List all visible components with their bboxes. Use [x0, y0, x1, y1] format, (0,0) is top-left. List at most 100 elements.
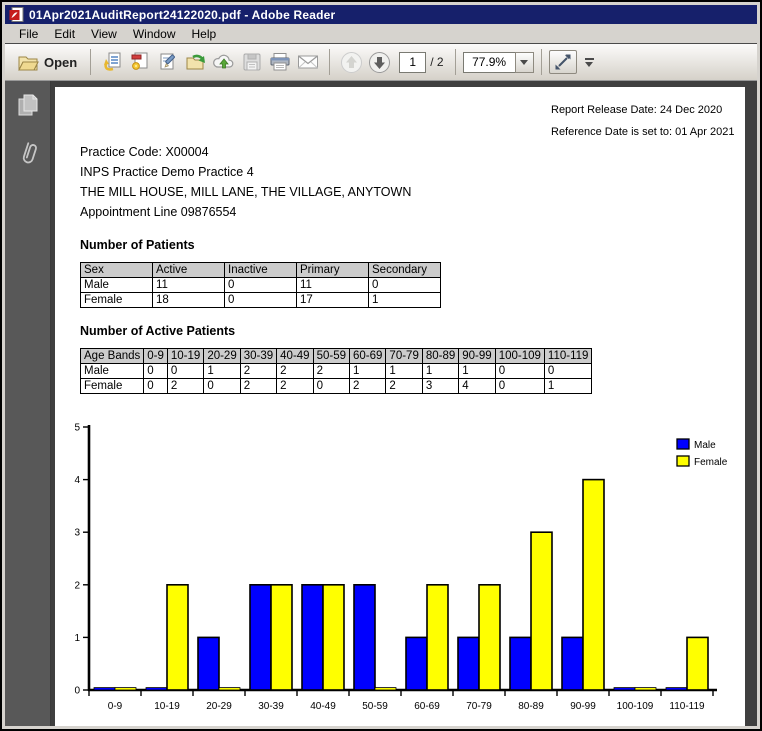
toolbar-overflow-button[interactable] [585, 58, 594, 67]
column-header: Active [153, 263, 225, 278]
zoom-level-value[interactable]: 77.9% [463, 52, 515, 73]
row-header: Female [81, 293, 153, 308]
cell: 0 [369, 278, 441, 293]
cell: 11 [297, 278, 369, 293]
legend-label-female: Female [694, 457, 728, 468]
open-button[interactable]: Open [11, 48, 83, 76]
share-folder-icon [185, 51, 207, 73]
cell: 0 [144, 379, 168, 394]
column-header: 50-59 [313, 349, 349, 364]
active-patients-table-title: Number of Active Patients [80, 324, 235, 338]
email-envelope-icon [296, 51, 320, 73]
cell: 0 [167, 364, 203, 379]
svg-text:2: 2 [74, 580, 80, 591]
bar-male-80-89 [510, 637, 531, 690]
svg-text:80-89: 80-89 [518, 701, 544, 712]
svg-text:5: 5 [74, 423, 80, 434]
bar-female-70-79 [479, 585, 500, 690]
bar-female-0-9 [115, 688, 136, 690]
toolbar-separator [90, 49, 91, 75]
bar-female-90-99 [583, 480, 604, 690]
previous-page-button[interactable] [337, 48, 365, 76]
cell: 2 [277, 364, 313, 379]
zoom-dropdown-button[interactable] [515, 52, 534, 73]
cell: 11 [153, 278, 225, 293]
email-button[interactable] [294, 48, 322, 76]
create-pdf-button[interactable] [126, 48, 154, 76]
cloud-upload-button[interactable] [210, 48, 238, 76]
bar-male-50-59 [354, 585, 375, 690]
share-file-button[interactable] [182, 48, 210, 76]
bar-female-50-59 [375, 688, 396, 690]
sign-document-button[interactable] [154, 48, 182, 76]
column-header: 110-119 [544, 349, 592, 364]
svg-text:90-99: 90-99 [570, 701, 596, 712]
bar-male-10-19 [146, 688, 167, 690]
page-down-icon [368, 51, 391, 74]
create-pdf-icon [129, 51, 151, 73]
column-header: 30-39 [240, 349, 276, 364]
chevron-down-icon [520, 60, 528, 65]
main-area: Report Release Date: 24 Dec 2020 Referen… [5, 81, 757, 726]
svg-text:3: 3 [74, 528, 80, 539]
menu-item-window[interactable]: Window [125, 25, 184, 43]
bar-female-10-19 [167, 585, 188, 690]
bar-male-100-109 [614, 688, 635, 690]
cell: 0 [204, 379, 240, 394]
bar-male-30-39 [250, 585, 271, 690]
cell: 1 [422, 364, 458, 379]
menu-item-view[interactable]: View [83, 25, 125, 43]
toolbar-separator [329, 49, 330, 75]
legend-label-male: Male [694, 440, 716, 451]
legend-swatch-female [677, 456, 689, 466]
cell: 1 [459, 364, 495, 379]
report-dates: Report Release Date: 24 Dec 2020 Referen… [551, 99, 734, 143]
navigation-pane [5, 81, 51, 726]
page-count-label: / 2 [430, 55, 443, 69]
cell: 0 [495, 364, 544, 379]
menu-bar: FileEditViewWindowHelp [5, 24, 757, 44]
window-title: 01Apr2021AuditReport24122020.pdf - Adobe… [29, 8, 335, 22]
cell: 1 [386, 364, 422, 379]
cell: 0 [225, 278, 297, 293]
next-page-button[interactable] [365, 48, 393, 76]
column-header: 100-109 [495, 349, 544, 364]
column-header: 60-69 [350, 349, 386, 364]
page-number-input[interactable] [399, 52, 426, 73]
document-view[interactable]: Report Release Date: 24 Dec 2020 Referen… [51, 81, 757, 726]
resize-arrows-icon [554, 53, 572, 71]
table-row: Female180171 [81, 293, 441, 308]
practice-name: INPS Practice Demo Practice 4 [80, 162, 411, 182]
column-header: Sex [81, 263, 153, 278]
bar-female-80-89 [531, 532, 552, 690]
bar-male-70-79 [458, 637, 479, 690]
save-button[interactable] [238, 48, 266, 76]
menu-item-file[interactable]: File [11, 25, 46, 43]
column-header: 0-9 [144, 349, 168, 364]
attachments-paperclip-icon[interactable] [17, 139, 39, 169]
cell: 2 [313, 364, 349, 379]
pdf-page: Report Release Date: 24 Dec 2020 Referen… [55, 87, 745, 726]
fit-window-button[interactable] [549, 50, 577, 74]
export-pdf-button[interactable] [98, 48, 126, 76]
menu-item-edit[interactable]: Edit [46, 25, 83, 43]
print-button[interactable] [266, 48, 294, 76]
cell: 0 [225, 293, 297, 308]
sign-pen-icon [157, 51, 179, 73]
bar-female-20-29 [219, 688, 240, 690]
page-thumbnails-icon[interactable] [17, 93, 39, 117]
age-distribution-chart-svg: 0123450-910-1920-2930-3940-4950-5960-697… [60, 419, 742, 719]
menu-item-help[interactable]: Help [184, 25, 225, 43]
reference-date: Reference Date is set to: 01 Apr 2021 [551, 121, 734, 143]
patients-table-title: Number of Patients [80, 238, 195, 252]
table-row: Male110110 [81, 278, 441, 293]
printer-icon [268, 51, 292, 73]
practice-code: Practice Code: X00004 [80, 142, 411, 162]
age-distribution-chart: 0123450-910-1920-2930-3940-4950-5960-697… [60, 419, 742, 724]
column-header: 70-79 [386, 349, 422, 364]
row-header: Female [81, 379, 144, 394]
column-header: 40-49 [277, 349, 313, 364]
overflow-bar-icon [585, 58, 594, 60]
svg-text:100-109: 100-109 [617, 701, 654, 712]
cell: 17 [297, 293, 369, 308]
